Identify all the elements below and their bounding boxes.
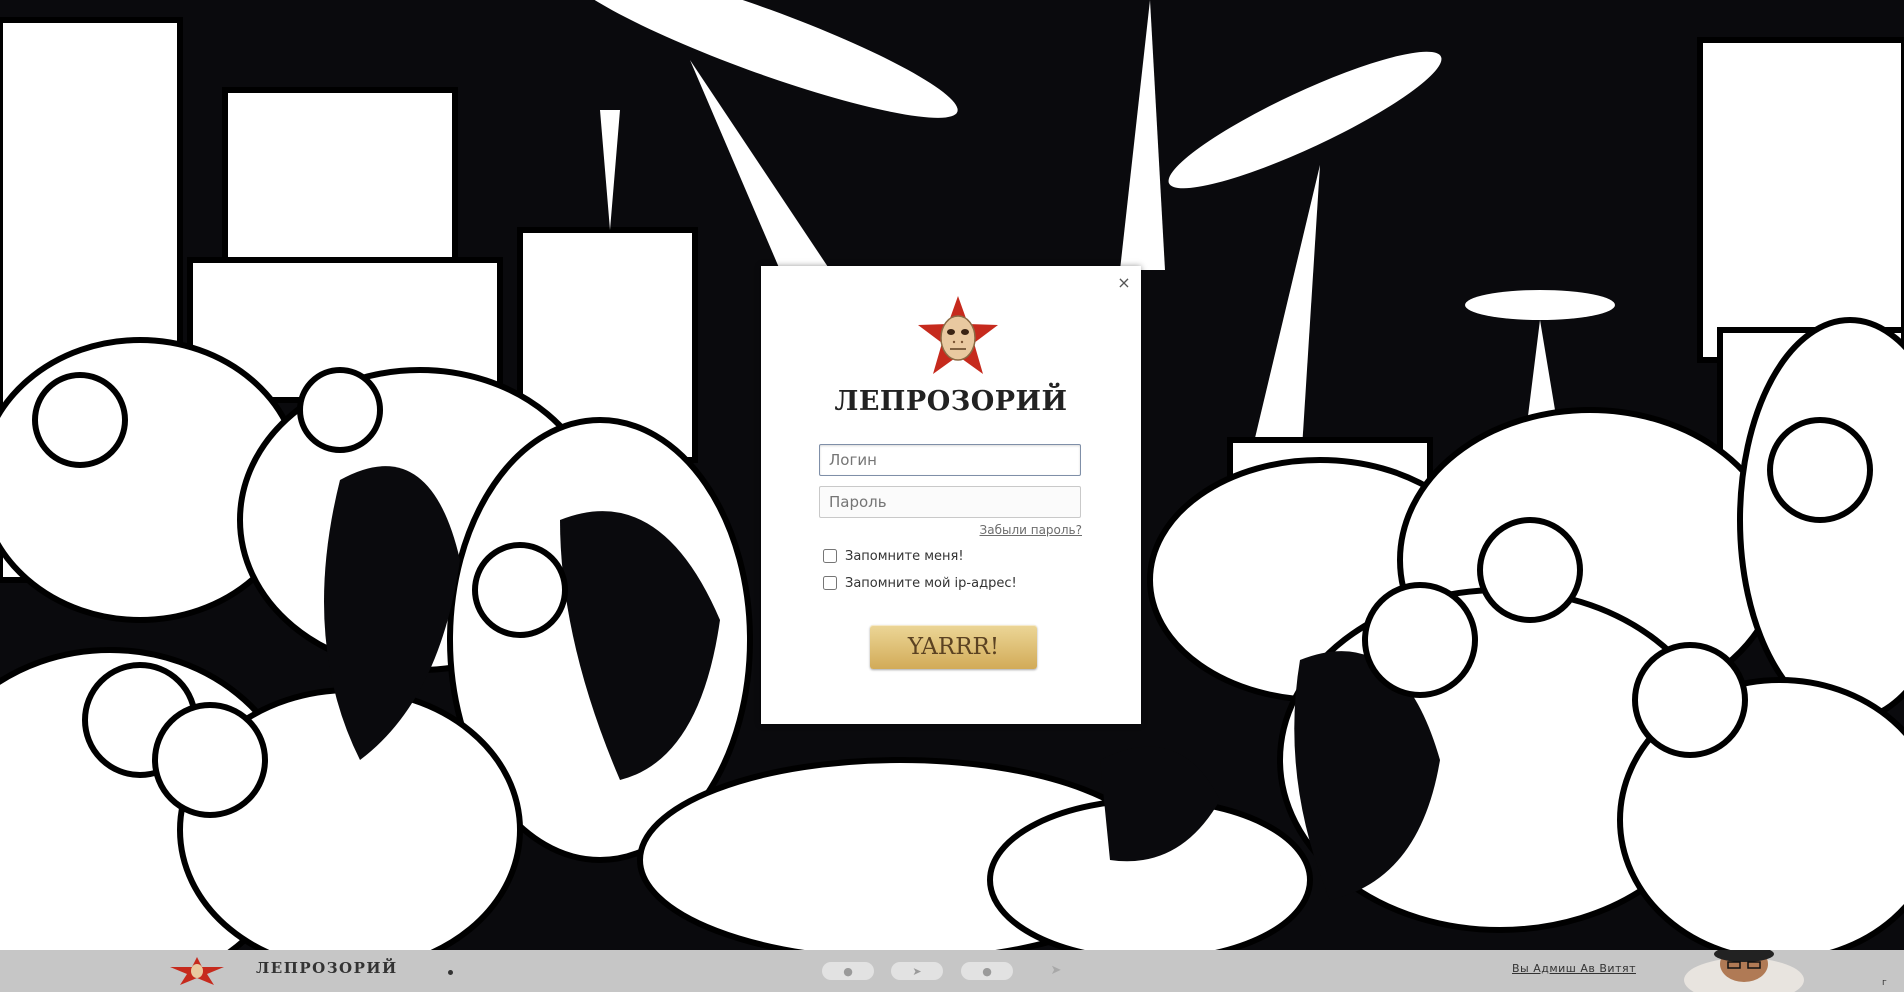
submit-button[interactable]: YARRR! bbox=[870, 625, 1037, 669]
remember-ip-row: Запомните мой ip-адрес! bbox=[823, 574, 1017, 592]
footer-bar: ЛЕПРОЗОРИЙ ● ➤ ● ➤ Вы Адмиш Ав Витят г bbox=[0, 950, 1904, 992]
footer-mini-text: г bbox=[1882, 978, 1887, 988]
remember-me-label: Запомните меня! bbox=[845, 548, 964, 564]
twitter-icon[interactable]: ● bbox=[822, 962, 874, 980]
telegram-icon[interactable]: ➤ bbox=[891, 962, 943, 980]
site-logo bbox=[918, 296, 998, 374]
footer-brand: ЛЕПРОЗОРИЙ bbox=[256, 959, 398, 977]
forgot-password-link[interactable]: Забыли пароль? bbox=[980, 523, 1082, 537]
remember-me-row: Запомните меня! bbox=[823, 547, 964, 565]
footer-logo bbox=[170, 957, 224, 985]
close-icon[interactable]: × bbox=[1117, 275, 1131, 291]
footer-right-link[interactable]: Вы Адмиш Ав Витят bbox=[1512, 962, 1636, 975]
remember-me-checkbox[interactable] bbox=[823, 549, 837, 563]
password-input[interactable] bbox=[819, 486, 1081, 518]
remember-ip-checkbox[interactable] bbox=[823, 576, 837, 590]
footer-dot bbox=[448, 970, 453, 975]
apple-icon[interactable]: ● bbox=[961, 962, 1013, 980]
paper-plane-icon[interactable]: ➤ bbox=[1043, 964, 1069, 978]
footer-avatar bbox=[1670, 950, 1818, 992]
remember-ip-label: Запомните мой ip-адрес! bbox=[845, 575, 1017, 591]
login-modal: × ЛЕПРОЗОРИЙ Забыли пароль? Запомните ме… bbox=[761, 266, 1141, 724]
login-input[interactable] bbox=[819, 444, 1081, 476]
brand-title: ЛЕПРОЗОРИЙ bbox=[834, 386, 1068, 417]
